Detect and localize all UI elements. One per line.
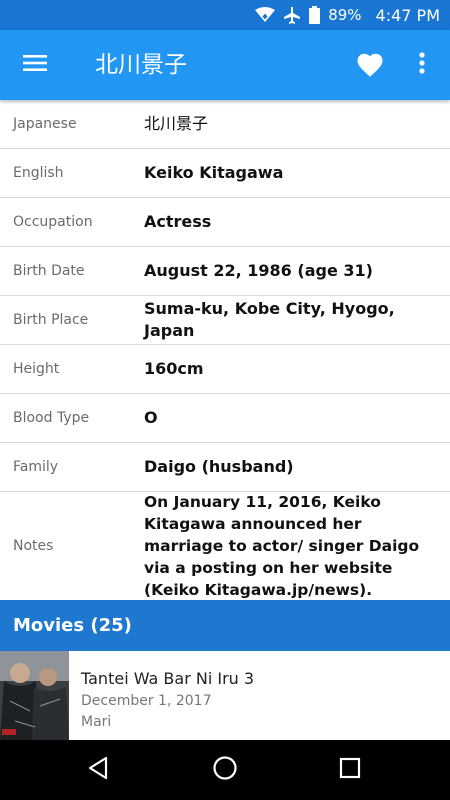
page-title: 北川景子	[95, 52, 187, 78]
back-icon	[87, 756, 109, 784]
clock: 4:47 PM	[375, 5, 440, 25]
detail-label: Notes	[13, 538, 54, 554]
detail-label: Blood Type	[13, 410, 90, 426]
detail-value: O	[144, 408, 158, 427]
home-button[interactable]	[210, 755, 240, 785]
status-icons: 89% 4:47 PM	[255, 0, 440, 30]
movie-title: Tantei Wa Bar Ni Iru 3	[81, 669, 255, 688]
detail-value: 北川景子	[144, 114, 209, 133]
movie-release-date: December 1, 2017	[81, 693, 212, 709]
detail-value: Keiko Kitagawa	[144, 163, 284, 182]
heart-icon	[355, 53, 385, 84]
details-table: Japanese 北川景子 English Keiko Kitagawa Occ…	[0, 100, 450, 600]
movie-poster	[0, 651, 69, 740]
recents-button[interactable]	[335, 755, 365, 785]
movies-section-header: Movies (25)	[0, 600, 450, 651]
movie-role: Mari	[81, 714, 112, 730]
menu-icon	[23, 54, 47, 76]
battery-icon	[309, 6, 321, 24]
status-bar: 89% 4:47 PM	[0, 0, 450, 30]
detail-row-family: Family Daigo (husband)	[0, 443, 450, 492]
detail-value: On January 11, 2016, Keiko Kitagawa anno…	[144, 493, 420, 599]
detail-label: English	[13, 165, 64, 181]
recents-icon	[339, 757, 361, 783]
detail-row-height: Height 160cm	[0, 345, 450, 394]
app-bar: 北川景子	[0, 30, 450, 100]
detail-value: Suma-ku, Kobe City, Hyogo, Japan	[144, 299, 395, 340]
more-vert-icon	[419, 52, 425, 78]
detail-row-blood-type: Blood Type O	[0, 394, 450, 443]
detail-row-english: English Keiko Kitagawa	[0, 149, 450, 198]
detail-row-birth-place: Birth Place Suma-ku, Kobe City, Hyogo, J…	[0, 296, 450, 345]
movie-list-item[interactable]: Tantei Wa Bar Ni Iru 3 December 1, 2017 …	[0, 651, 450, 740]
detail-label: Japanese	[13, 116, 77, 132]
back-button[interactable]	[83, 755, 113, 785]
detail-label: Occupation	[13, 214, 93, 230]
detail-row-occupation: Occupation Actress	[0, 198, 450, 247]
menu-button[interactable]	[20, 51, 50, 79]
wifi-icon	[255, 7, 276, 23]
detail-value: Daigo (husband)	[144, 457, 294, 476]
detail-row-notes: Notes On January 11, 2016, Keiko Kitagaw…	[0, 492, 450, 600]
detail-value: August 22, 1986 (age 31)	[144, 261, 373, 280]
detail-row-birth-date: Birth Date August 22, 1986 (age 31)	[0, 247, 450, 296]
detail-label: Birth Date	[13, 263, 85, 279]
overflow-menu-button[interactable]	[410, 52, 434, 78]
detail-value: Actress	[144, 212, 212, 231]
detail-label: Height	[13, 361, 60, 377]
airplane-icon	[283, 6, 301, 24]
detail-value: 160cm	[144, 359, 204, 378]
home-icon	[212, 755, 238, 785]
detail-row-japanese: Japanese 北川景子	[0, 100, 450, 149]
favorite-button[interactable]	[355, 50, 385, 80]
battery-percent: 89%	[328, 6, 362, 24]
detail-label: Birth Place	[13, 312, 89, 328]
detail-label: Family	[13, 459, 59, 475]
system-nav-bar	[0, 740, 450, 800]
